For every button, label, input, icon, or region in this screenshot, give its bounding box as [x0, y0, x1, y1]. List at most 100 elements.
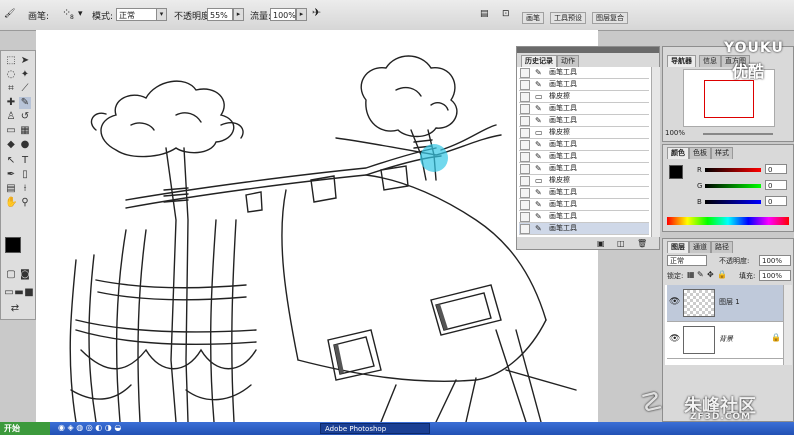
magic-wand-icon[interactable]: ✦ — [19, 69, 31, 81]
tab-channels[interactable]: 通道 — [689, 241, 711, 253]
new-snapshot-icon[interactable]: ▣ — [597, 239, 605, 248]
pen-tool-icon[interactable]: ✒ — [5, 169, 17, 181]
snapshot-source-checkbox[interactable] — [520, 68, 530, 78]
snapshot-source-checkbox[interactable] — [520, 176, 530, 186]
healing-brush-icon[interactable]: ✚ — [5, 97, 17, 109]
move-tool-icon[interactable]: ➤ — [19, 55, 31, 67]
history-item[interactable]: ✎ 画笔工具 — [519, 79, 649, 91]
history-item[interactable]: ▭ 橡皮擦 — [519, 175, 649, 187]
tab-color[interactable]: 颜色 — [667, 147, 689, 159]
snapshot-source-checkbox[interactable] — [520, 152, 530, 162]
snapshot-source-checkbox[interactable] — [520, 200, 530, 210]
history-brush-icon[interactable]: ↺ — [19, 111, 31, 123]
tab-history[interactable]: 历史记录 — [521, 55, 557, 67]
document-canvas[interactable] — [36, 30, 598, 422]
layers-scrollbar[interactable] — [783, 285, 792, 365]
brush-tool-icon[interactable]: ✎ — [19, 97, 31, 109]
history-item[interactable]: ✎ 画笔工具 — [519, 151, 649, 163]
eye-icon[interactable]: 👁 — [669, 334, 680, 344]
quickmask-mode-icon[interactable]: ◙ — [19, 269, 31, 281]
channel-b-slider[interactable] — [705, 200, 761, 204]
hand-tool-icon[interactable]: ✋ — [5, 197, 17, 209]
history-item[interactable]: ▭ 橡皮擦 — [519, 91, 649, 103]
snapshot-source-checkbox[interactable] — [520, 80, 530, 90]
snapshot-source-checkbox[interactable] — [520, 224, 530, 234]
blur-tool-icon[interactable]: ◆ — [5, 139, 17, 151]
opacity-slider-button[interactable]: ▸ — [233, 8, 244, 21]
history-item[interactable]: ✎ 画笔工具 — [519, 103, 649, 115]
standard-mode-icon[interactable]: ▢ — [5, 269, 17, 281]
history-scrollbar[interactable] — [651, 67, 660, 237]
color-spectrum-bar[interactable] — [667, 217, 789, 225]
eye-icon[interactable]: 👁 — [669, 297, 680, 307]
tab-swatches[interactable]: 色板 — [689, 147, 711, 159]
jump-to-imageready-icon[interactable]: ⇄ — [9, 303, 21, 315]
history-item[interactable]: ✎ 画笔工具 — [519, 223, 649, 235]
history-item[interactable]: ▭ 橡皮擦 — [519, 127, 649, 139]
layer-row-1[interactable]: 👁 图层 1 — [667, 285, 783, 322]
chevron-down-icon[interactable]: ▾ — [78, 9, 83, 19]
palette-well-icon[interactable]: ▤ — [480, 9, 489, 19]
history-item[interactable]: ✎ 画笔工具 — [519, 139, 649, 151]
screen-mode-full-icon[interactable]: ■ — [23, 287, 35, 299]
tab-info[interactable]: 信息 — [699, 55, 721, 67]
flow-slider-button[interactable]: ▸ — [296, 8, 307, 21]
tab-navigator[interactable]: 导航器 — [667, 55, 696, 67]
dodge-tool-icon[interactable]: ● — [19, 139, 31, 151]
history-item[interactable]: ✎ 画笔工具 — [519, 115, 649, 127]
notes-tool-icon[interactable]: ▤ — [5, 183, 17, 195]
trash-icon[interactable]: 🗑 — [637, 239, 647, 248]
clone-stamp-icon[interactable]: ♙ — [5, 111, 17, 123]
lock-position-icon[interactable]: ✥ — [707, 270, 714, 279]
channel-b-input[interactable]: 0 — [765, 196, 787, 206]
layer-name[interactable]: 背景 — [719, 334, 733, 344]
tab-layers[interactable]: 图层 — [667, 241, 689, 253]
path-selection-icon[interactable]: ↖ — [5, 155, 17, 167]
navigator-view-box[interactable] — [704, 80, 754, 118]
opacity-input[interactable]: 55% — [207, 8, 233, 21]
zoom-tool-icon[interactable]: ⚲ — [19, 197, 31, 209]
zoom-slider[interactable] — [703, 133, 773, 135]
snapshot-source-checkbox[interactable] — [520, 188, 530, 198]
taskbar-photoshop-button[interactable]: Adobe Photoshop — [320, 423, 430, 434]
foreground-color-swatch[interactable] — [5, 237, 21, 253]
lock-all-icon[interactable]: 🔒 — [717, 270, 727, 279]
new-document-icon[interactable]: ◫ — [617, 239, 625, 248]
snapshot-source-checkbox[interactable] — [520, 212, 530, 222]
color-fg-swatch[interactable] — [669, 165, 683, 179]
fill-input[interactable]: 100% — [759, 270, 791, 281]
airbrush-icon[interactable]: ✈ — [312, 6, 321, 19]
history-item[interactable]: ✎ 画笔工具 — [519, 67, 649, 79]
tab-actions[interactable]: 动作 — [557, 55, 579, 67]
eraser-tool-icon[interactable]: ▭ — [5, 125, 17, 137]
channel-r-input[interactable]: 0 — [765, 164, 787, 174]
layer-row-background[interactable]: 👁 背景 🔒 — [667, 322, 783, 359]
channel-g-slider[interactable] — [705, 184, 761, 188]
marquee-tool-icon[interactable]: ⬚ — [5, 55, 17, 67]
tab-styles[interactable]: 样式 — [711, 147, 733, 159]
layer-opacity-input[interactable]: 100% — [759, 255, 791, 266]
snapshot-source-checkbox[interactable] — [520, 140, 530, 150]
lasso-tool-icon[interactable]: ◌ — [5, 69, 17, 81]
start-button[interactable]: 开始 — [0, 422, 50, 435]
channel-g-input[interactable]: 0 — [765, 180, 787, 190]
lock-pixels-icon[interactable]: ✎ — [697, 270, 704, 279]
snapshot-source-checkbox[interactable] — [520, 104, 530, 114]
snapshot-source-checkbox[interactable] — [520, 116, 530, 126]
crop-tool-icon[interactable]: ⌗ — [5, 83, 17, 95]
well-tab-brushes[interactable]: 画笔 — [522, 12, 544, 24]
navigator-zoom[interactable]: 100% — [665, 129, 685, 137]
panel-title-bar[interactable] — [517, 47, 659, 53]
snapshot-source-checkbox[interactable] — [520, 164, 530, 174]
flow-input[interactable]: 100% — [270, 8, 296, 21]
quicklaunch-icons[interactable]: ◉ ◈ ◍ ◎ ◐ ◑ ◒ — [58, 423, 121, 432]
snapshot-source-checkbox[interactable] — [520, 92, 530, 102]
brush-tool-icon[interactable]: 🖌 — [4, 9, 15, 19]
shape-tool-icon[interactable]: ▯ — [19, 169, 31, 181]
snapshot-source-checkbox[interactable] — [520, 128, 530, 138]
gradient-tool-icon[interactable]: ▦ — [19, 125, 31, 137]
slice-tool-icon[interactable]: ⟋ — [19, 83, 31, 95]
mode-dropdown-button[interactable]: ▾ — [156, 8, 167, 21]
tool-preset-icon[interactable]: ⊡ — [502, 9, 510, 19]
history-item[interactable]: ✎ 画笔工具 — [519, 211, 649, 223]
